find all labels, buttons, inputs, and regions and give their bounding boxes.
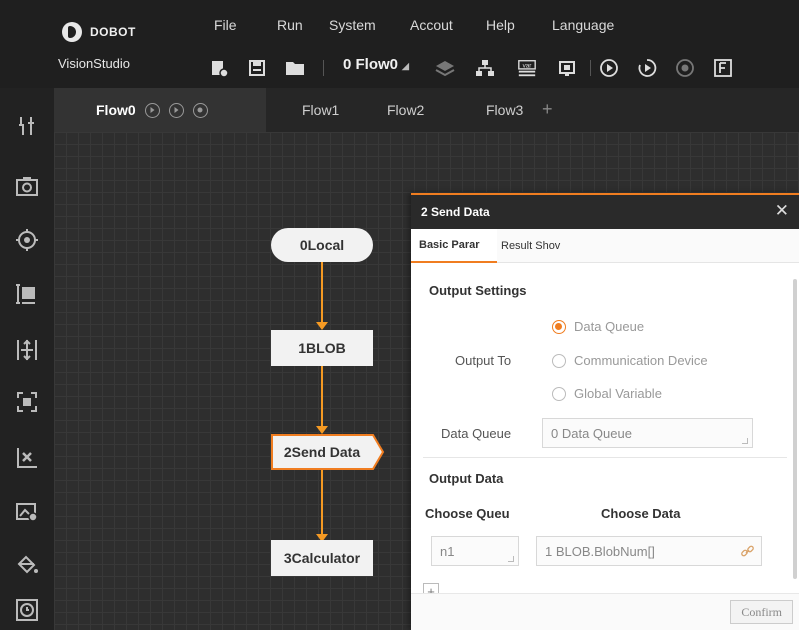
- target-icon[interactable]: [13, 226, 41, 254]
- flow-node-local[interactable]: 0Local: [271, 228, 373, 262]
- radio-global-variable[interactable]: Global Variable: [552, 386, 662, 401]
- radio-communication-device[interactable]: Communication Device: [552, 353, 708, 368]
- flow-connector: [321, 366, 323, 428]
- flow-tabs: Flow0 Flow1 Flow2 Flow3 +: [54, 88, 799, 132]
- data-select[interactable]: 1 BLOB.BlobNum[]: [536, 536, 762, 566]
- flow-arrow-icon: [316, 426, 328, 434]
- dropdown-corner-icon: [742, 438, 748, 444]
- new-file-icon[interactable]: [209, 58, 229, 78]
- image-settings-icon[interactable]: [13, 498, 41, 526]
- stop-icon[interactable]: [192, 102, 208, 118]
- dialog-header: 2 Send Data ✕: [411, 193, 799, 229]
- measure-icon[interactable]: [13, 280, 41, 308]
- tab-result-show[interactable]: Result Shov: [501, 229, 571, 263]
- radio-data-queue-label: Data Queue: [574, 319, 645, 334]
- radio-dot: [552, 319, 566, 334]
- radio-dot: [552, 386, 566, 401]
- tab-flow0-label: Flow0: [96, 102, 136, 118]
- toolbar-separator: [590, 60, 591, 76]
- run-once-icon[interactable]: [599, 58, 619, 78]
- menu-account[interactable]: Accout: [410, 17, 453, 33]
- output-to-label: Output To: [455, 353, 512, 368]
- flow-connector: [321, 262, 323, 324]
- stop-icon[interactable]: [675, 58, 695, 78]
- brand-name: DOBOT: [90, 25, 136, 39]
- tab-flow0[interactable]: Flow0: [54, 88, 266, 132]
- flow-node-calculator[interactable]: 3Calculator: [271, 540, 373, 576]
- data-queue-select[interactable]: 0 Data Queue: [542, 418, 753, 448]
- close-icon[interactable]: ✕: [775, 201, 789, 221]
- flow-node-send-data[interactable]: 2Send Data: [271, 434, 371, 470]
- flow-connector: [321, 470, 323, 536]
- history-icon[interactable]: [13, 596, 41, 624]
- svg-text:var: var: [523, 63, 533, 70]
- tab-flow2[interactable]: Flow2: [387, 88, 424, 132]
- data-queue-label: Data Queue: [441, 426, 512, 441]
- section-divider: [423, 457, 787, 458]
- run-once-icon[interactable]: [144, 102, 160, 118]
- align-icon[interactable]: [13, 336, 41, 364]
- open-folder-icon[interactable]: [285, 58, 305, 78]
- queue-select[interactable]: n1: [431, 536, 519, 566]
- toolbar: 0 Flow0 ◢ var: [205, 52, 799, 84]
- save-icon[interactable]: [247, 58, 267, 78]
- dropdown-arrow-icon: ◢: [402, 61, 409, 71]
- queue-value: n1: [440, 543, 455, 559]
- flow-selector[interactable]: 0 Flow0 ◢: [343, 56, 409, 73]
- add-tab-icon[interactable]: +: [542, 99, 553, 120]
- menu-run[interactable]: Run: [277, 17, 303, 33]
- tab-flow1[interactable]: Flow1: [302, 88, 339, 132]
- menu-system[interactable]: System: [329, 17, 376, 33]
- scrollbar[interactable]: [793, 279, 797, 579]
- tools-icon[interactable]: [13, 112, 41, 140]
- dialog-footer: Confirm: [411, 593, 799, 630]
- choose-queue-header: Choose Queu: [425, 506, 510, 521]
- choose-data-header: Choose Data: [601, 506, 681, 521]
- dialog-title: 2 Send Data: [421, 205, 490, 219]
- radio-global-variable-label: Global Variable: [574, 386, 662, 401]
- data-value: 1 BLOB.BlobNum[]: [545, 543, 655, 559]
- output-data-heading: Output Data: [429, 471, 504, 486]
- run-loop-icon[interactable]: [637, 58, 657, 78]
- layers-icon[interactable]: [435, 58, 455, 78]
- network-icon[interactable]: [475, 58, 495, 78]
- radio-data-queue[interactable]: Data Queue: [552, 319, 644, 334]
- node-arrow-shape: [371, 434, 385, 470]
- menu-help[interactable]: Help: [486, 17, 515, 33]
- f-icon[interactable]: [713, 58, 733, 78]
- radio-communication-device-label: Communication Device: [574, 353, 708, 368]
- toolbar-separator: [323, 60, 324, 76]
- camera-device-icon[interactable]: [557, 58, 577, 78]
- confirm-button[interactable]: Confirm: [730, 600, 793, 624]
- radio-dot: [552, 353, 566, 368]
- app-window: DOBOT VisionStudio File Run System Accou…: [0, 0, 799, 630]
- data-queue-value: 0 Data Queue: [551, 425, 632, 441]
- focus-frame-icon[interactable]: [13, 388, 41, 416]
- dropdown-corner-icon: [508, 556, 514, 562]
- flow-node-blob[interactable]: 1BLOB: [271, 330, 373, 366]
- top-bar: DOBOT VisionStudio File Run System Accou…: [0, 0, 799, 88]
- flow-arrow-icon: [316, 322, 328, 330]
- dobot-logo-icon: [62, 22, 82, 42]
- product-name: VisionStudio: [58, 56, 131, 71]
- dialog-tabs: Basic Parar Result Shov: [411, 229, 799, 263]
- output-settings-heading: Output Settings: [429, 283, 527, 298]
- link-icon[interactable]: [741, 545, 754, 558]
- menu-file[interactable]: File: [214, 17, 237, 33]
- variable-icon[interactable]: var: [517, 58, 537, 78]
- flow-selector-label: 0 Flow0: [343, 56, 399, 73]
- menu-language[interactable]: Language: [552, 17, 614, 33]
- fill-icon[interactable]: [13, 550, 41, 578]
- tab-basic-params[interactable]: Basic Parar: [411, 229, 497, 263]
- scatter-icon[interactable]: [13, 444, 41, 472]
- run-loop-icon[interactable]: [168, 102, 184, 118]
- tab-flow3[interactable]: Flow3: [486, 88, 523, 132]
- send-data-dialog: 2 Send Data ✕ Basic Parar Result Shov Ou…: [411, 193, 799, 630]
- camera-icon[interactable]: [13, 172, 41, 200]
- tool-sidebar: [0, 88, 54, 630]
